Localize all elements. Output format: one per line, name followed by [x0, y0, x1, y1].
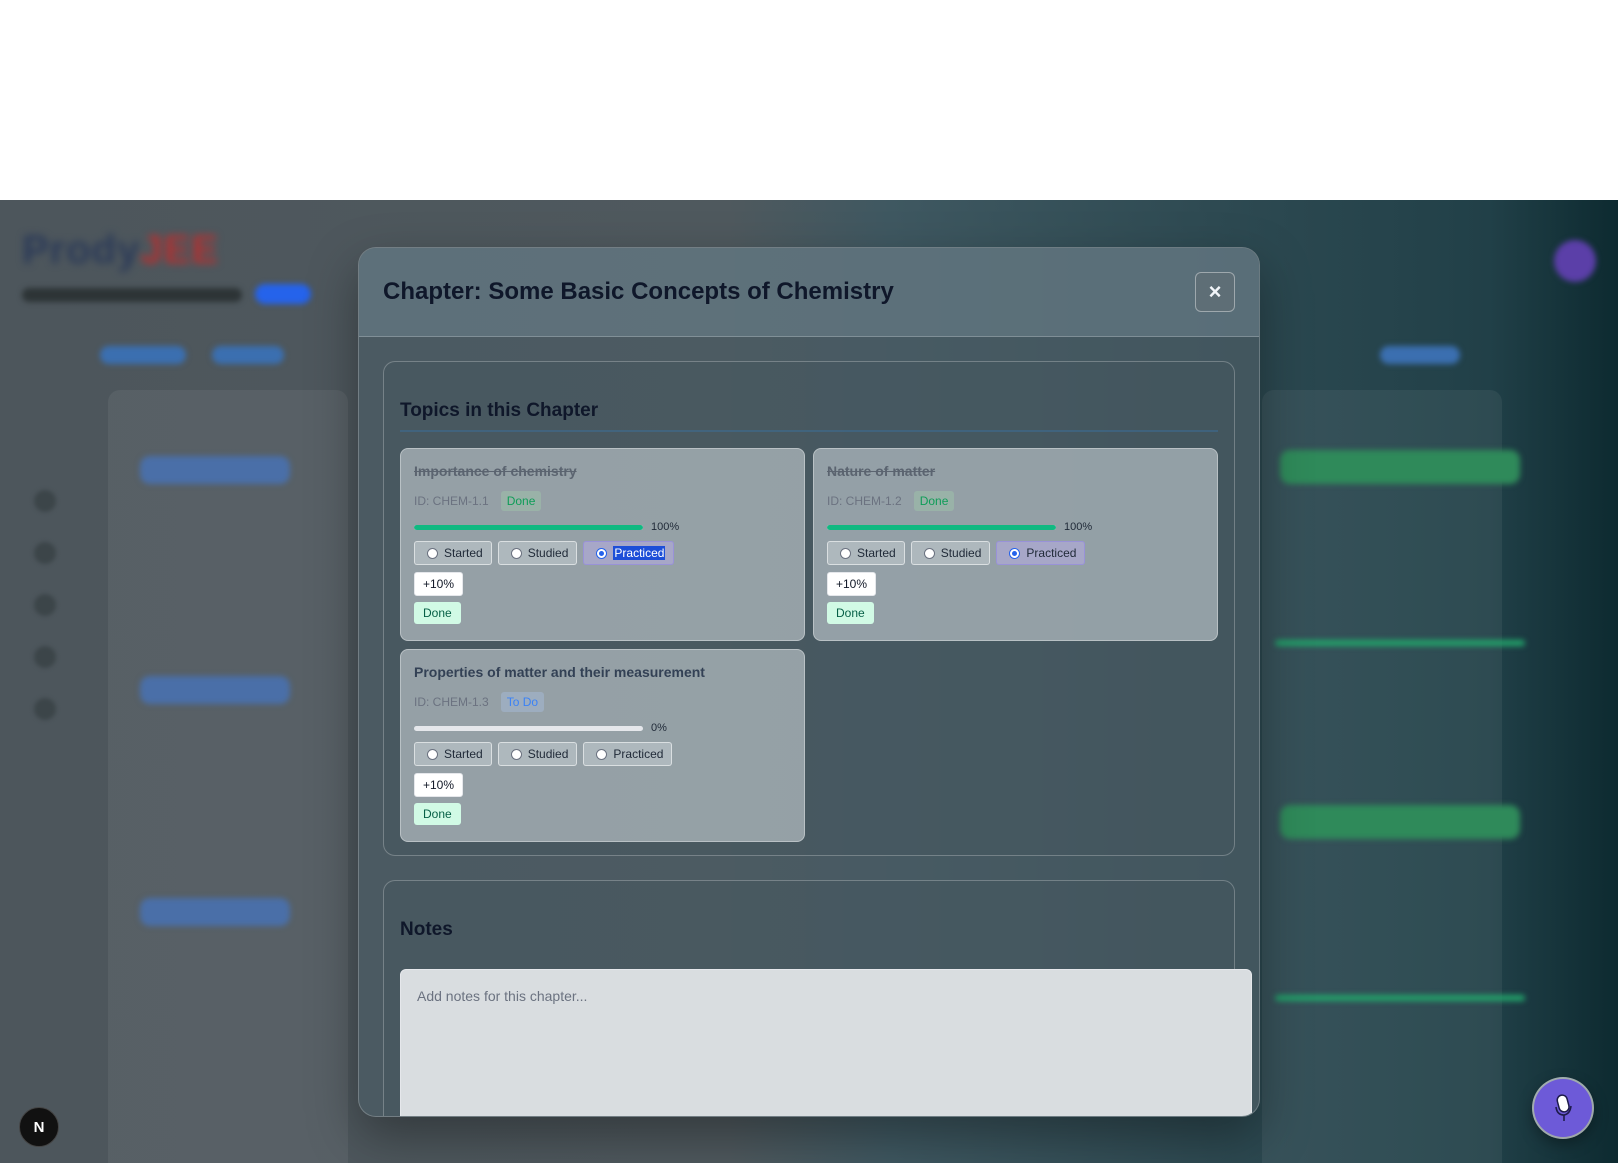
- background-card-title: [140, 676, 290, 704]
- background-nav-icon: [34, 646, 56, 668]
- progress-bar: [414, 524, 643, 530]
- done-button[interactable]: Done: [827, 602, 874, 624]
- topic-meta: ID: CHEM-1.3 To Do: [414, 692, 791, 712]
- background-tab: [212, 346, 284, 364]
- option-label: Practiced: [613, 747, 664, 761]
- notes-textarea[interactable]: [400, 969, 1252, 1116]
- stage-options: Started Studied Practiced: [414, 742, 791, 766]
- background-card-title: [140, 456, 290, 484]
- background-tagline: [22, 288, 242, 302]
- option-started[interactable]: Started: [827, 541, 905, 565]
- topic-id: ID: CHEM-1.2: [827, 494, 902, 508]
- option-studied[interactable]: Studied: [497, 541, 578, 565]
- topic-id: ID: CHEM-1.3: [414, 695, 489, 709]
- progress-percent: 100%: [651, 521, 680, 533]
- progress-fill: [827, 524, 1056, 530]
- increment-button[interactable]: +10%: [827, 572, 877, 596]
- microphone-button[interactable]: [1534, 1079, 1592, 1137]
- option-label: Started: [444, 546, 483, 560]
- background-nav-icon: [34, 490, 56, 512]
- background-avatar: [1554, 240, 1596, 282]
- option-started[interactable]: Started: [414, 541, 492, 565]
- stage-options: Started Studied Practiced: [827, 541, 1204, 565]
- option-label: Started: [857, 546, 896, 560]
- background-tab: [100, 346, 186, 364]
- background-card-title: [1280, 805, 1520, 839]
- radio-selected-icon: [1009, 547, 1021, 559]
- done-button[interactable]: Done: [414, 803, 461, 825]
- background-progress: [1275, 995, 1525, 1001]
- background-column: [1262, 390, 1502, 1163]
- option-practiced[interactable]: Practiced: [583, 742, 673, 766]
- done-button[interactable]: Done: [414, 602, 461, 624]
- background-progress: [1275, 640, 1525, 646]
- option-label: Practiced: [1026, 546, 1077, 560]
- next-logo-badge[interactable]: N: [19, 1107, 59, 1147]
- increment-button[interactable]: +10%: [414, 773, 464, 797]
- topic-card: Nature of matter ID: CHEM-1.2 Done 100%: [813, 448, 1218, 641]
- background-card-title: [1280, 450, 1520, 484]
- background-nav-icon: [34, 698, 56, 720]
- topic-meta: ID: CHEM-1.2 Done: [827, 491, 1204, 511]
- option-label: Practiced: [613, 546, 666, 560]
- modal-title: Chapter: Some Basic Concepts of Chemistr…: [383, 278, 894, 305]
- option-studied[interactable]: Studied: [910, 541, 991, 565]
- top-blank-area: [0, 0, 1618, 200]
- background-nav-icon: [34, 542, 56, 564]
- topic-name: Importance of chemistry: [414, 463, 577, 479]
- topic-card: Properties of matter and their measureme…: [400, 649, 805, 842]
- option-label: Studied: [940, 546, 982, 560]
- option-label: Studied: [527, 747, 569, 761]
- radio-icon: [510, 748, 522, 760]
- background-logo: ProdyJEE: [22, 228, 219, 272]
- background-badge: [255, 284, 311, 304]
- progress-row: 100%: [827, 521, 1204, 533]
- topic-name: Properties of matter and their measureme…: [414, 664, 705, 680]
- option-practiced[interactable]: Practiced: [583, 541, 675, 565]
- topic-id: ID: CHEM-1.1: [414, 494, 489, 508]
- option-started[interactable]: Started: [414, 742, 492, 766]
- progress-percent: 100%: [1064, 521, 1093, 533]
- topic-card: Importance of chemistry ID: CHEM-1.1 Don…: [400, 448, 805, 641]
- topics-grid: Importance of chemistry ID: CHEM-1.1 Don…: [400, 448, 1218, 842]
- radio-icon: [840, 547, 851, 559]
- notes-heading: Notes: [400, 919, 453, 940]
- radio-icon: [596, 748, 608, 760]
- status-badge: Done: [500, 491, 542, 511]
- topic-name: Nature of matter: [827, 463, 936, 479]
- option-label: Started: [444, 747, 483, 761]
- status-badge: To Do: [500, 692, 545, 712]
- notes-section: Notes: [383, 880, 1252, 1116]
- background-nav-icon: [34, 594, 56, 616]
- status-badge: Done: [913, 491, 955, 511]
- progress-percent: 0%: [651, 722, 667, 734]
- radio-icon: [923, 547, 935, 559]
- topics-heading: Topics in this Chapter: [400, 400, 1218, 432]
- progress-bar: [414, 725, 643, 731]
- background-tab: [1380, 346, 1460, 364]
- radio-icon: [427, 547, 438, 559]
- background-card-title: [140, 898, 290, 926]
- option-practiced[interactable]: Practiced: [996, 541, 1086, 565]
- increment-button[interactable]: +10%: [414, 572, 464, 596]
- background-column: [108, 390, 348, 1163]
- radio-icon: [427, 748, 438, 760]
- topics-section: Topics in this Chapter Importance of che…: [383, 361, 1235, 856]
- chapter-modal: Chapter: Some Basic Concepts of Chemistr…: [358, 247, 1260, 1117]
- radio-selected-icon: [596, 547, 608, 559]
- progress-row: 0%: [414, 722, 791, 734]
- progress-bar: [827, 524, 1056, 530]
- modal-body: Topics in this Chapter Importance of che…: [359, 337, 1259, 1116]
- option-label: Studied: [527, 546, 569, 560]
- microphone-icon: [1555, 1094, 1572, 1121]
- progress-fill: [414, 524, 643, 530]
- option-studied[interactable]: Studied: [497, 742, 578, 766]
- stage-options: Started Studied Practiced: [414, 541, 791, 565]
- topic-meta: ID: CHEM-1.1 Done: [414, 491, 791, 511]
- radio-icon: [510, 547, 522, 559]
- progress-row: 100%: [414, 521, 791, 533]
- close-button[interactable]: ×: [1195, 272, 1235, 312]
- modal-header: Chapter: Some Basic Concepts of Chemistr…: [359, 248, 1259, 337]
